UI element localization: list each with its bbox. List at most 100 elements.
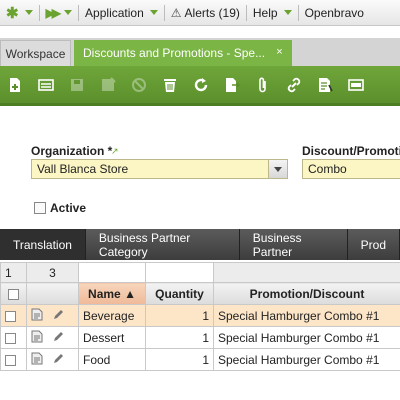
link-arrow-icon[interactable]: ↗ (111, 146, 119, 156)
row-name: Beverage (78, 304, 146, 327)
discount-promotion-field[interactable]: Combo (302, 159, 400, 179)
header-actions (26, 282, 79, 305)
table-row[interactable]: Food 1 Special Hamburger Combo #1 (0, 348, 400, 371)
save-close-button[interactable] (95, 72, 121, 98)
user-label: Openbravo (304, 5, 364, 20)
header-form: Organization * ↗ Vall Blanca Store Disco… (0, 109, 400, 229)
application-menu-label: Application (85, 5, 144, 20)
active-checkbox[interactable] (34, 202, 46, 214)
tab-translation[interactable]: Translation (0, 229, 86, 260)
tab-product[interactable]: Prod (348, 229, 400, 260)
chevron-down-icon (149, 10, 158, 15)
top-navigation-bar: ✱ ▶▶ Application ⚠ Alerts (19) Help Open… (0, 0, 400, 26)
refresh-button[interactable] (188, 72, 214, 98)
active-label: Active (50, 201, 87, 215)
save-close-icon (102, 76, 116, 91)
row-actions (26, 348, 79, 371)
row-name: Dessert (78, 326, 146, 349)
row-checkbox-cell[interactable] (0, 304, 27, 327)
row-quantity: 1 (145, 326, 214, 349)
tab-discounts-and-promotions[interactable]: Discounts and Promotions - Spe... × (74, 40, 292, 66)
window-toolbar (0, 66, 400, 106)
quick-launch-button[interactable]: ✱ (0, 0, 39, 26)
close-icon[interactable]: × (273, 46, 286, 59)
row-quantity: 1 (145, 348, 214, 371)
cancel-icon (132, 77, 146, 92)
window-tabs-bar: Workspace Discounts and Promotions - Spe… (0, 38, 400, 66)
organization-value: Vall Blanca Store (37, 162, 129, 176)
tab-business-partner-label: Business Partner (252, 230, 302, 259)
row-actions (26, 304, 79, 327)
link-icon (287, 77, 301, 92)
alerts-button[interactable]: ⚠ Alerts (19) (165, 0, 246, 26)
table-row[interactable]: Beverage 1 Special Hamburger Combo #1 (0, 304, 400, 327)
recent-windows-button[interactable]: ▶▶ (40, 0, 78, 26)
filter-cell-promotion[interactable] (213, 262, 400, 283)
discount-promotion-label: Discount/Promotio (302, 144, 400, 158)
organization-field[interactable]: Vall Blanca Store (31, 159, 288, 179)
chevron-down-icon (283, 10, 292, 15)
filter-cell-quantity[interactable] (145, 262, 214, 283)
form-view-icon (348, 78, 364, 91)
select-all-checkbox-cell[interactable] (0, 282, 27, 305)
row-promotion: Special Hamburger Combo #1 (213, 326, 400, 349)
delete-button[interactable] (157, 72, 183, 98)
row-checkbox-cell[interactable] (0, 348, 27, 371)
row-checkbox-cell[interactable] (0, 326, 27, 349)
alerts-label: Alerts (19) (184, 5, 240, 20)
filter-cell-actions[interactable]: 3 (26, 262, 79, 283)
organization-dropdown-button[interactable] (268, 160, 287, 178)
undo-button[interactable] (126, 72, 152, 98)
row-promotion: Special Hamburger Combo #1 (213, 348, 400, 371)
export-icon (226, 77, 241, 92)
edit-pencil-icon[interactable] (52, 352, 64, 368)
fast-forward-icon: ▶▶ (45, 5, 62, 20)
tab-window-label: Discounts and Promotions - Spe... (83, 46, 266, 60)
help-menu[interactable]: Help (247, 0, 298, 26)
row-checkbox[interactable] (5, 310, 16, 322)
column-header-quantity[interactable]: Quantity (145, 282, 214, 305)
tab-product-label: Prod (360, 237, 386, 252)
filter-cell-name[interactable] (78, 262, 146, 283)
attachment-button[interactable] (250, 72, 276, 98)
discount-promotion-value: Combo (308, 162, 347, 176)
document-icon[interactable] (31, 330, 43, 346)
organization-label: Organization * (31, 144, 113, 158)
export-button[interactable] (219, 72, 245, 98)
new-document-button[interactable] (2, 72, 28, 98)
document-icon[interactable] (31, 308, 43, 324)
tab-business-partner[interactable]: Business Partner (240, 229, 348, 260)
select-all-checkbox[interactable] (8, 288, 19, 300)
row-checkbox[interactable] (5, 354, 16, 366)
child-tabs-bar: Translation Business Partner Category Bu… (0, 229, 400, 260)
filter-cell-checkbox[interactable]: 1 (0, 262, 27, 283)
row-checkbox[interactable] (5, 332, 16, 344)
new-row-button[interactable] (33, 72, 59, 98)
save-button[interactable] (64, 72, 90, 98)
audit-trail-icon (319, 77, 333, 92)
refresh-icon (194, 77, 208, 91)
grid-filter-row: 1 3 (0, 262, 400, 283)
column-header-name[interactable]: Name ▲ (78, 282, 146, 305)
link-button[interactable] (281, 72, 307, 98)
help-menu-label: Help (252, 5, 278, 20)
application-menu[interactable]: Application (79, 0, 164, 26)
new-document-icon (10, 77, 20, 92)
row-name: Food (78, 348, 146, 371)
row-quantity: 1 (145, 304, 214, 327)
chevron-down-icon (274, 166, 282, 172)
toggle-grid-button[interactable] (343, 72, 369, 98)
tab-workspace[interactable]: Workspace (0, 40, 71, 66)
products-grid: 1 3 Name ▲ Quantity Promotion/Discount B… (0, 262, 400, 371)
new-row-icon (38, 78, 54, 91)
document-icon[interactable] (31, 352, 43, 368)
tab-bp-category-label: Business Partner Category (98, 230, 191, 259)
table-row[interactable]: Dessert 1 Special Hamburger Combo #1 (0, 326, 400, 349)
trash-icon (164, 78, 176, 92)
column-header-promotion[interactable]: Promotion/Discount (213, 282, 400, 305)
user-profile-menu[interactable]: Openbravo (299, 0, 370, 26)
edit-pencil-icon[interactable] (52, 330, 64, 346)
tab-business-partner-category[interactable]: Business Partner Category (86, 229, 240, 260)
audit-button[interactable] (312, 72, 338, 98)
edit-pencil-icon[interactable] (52, 308, 64, 324)
